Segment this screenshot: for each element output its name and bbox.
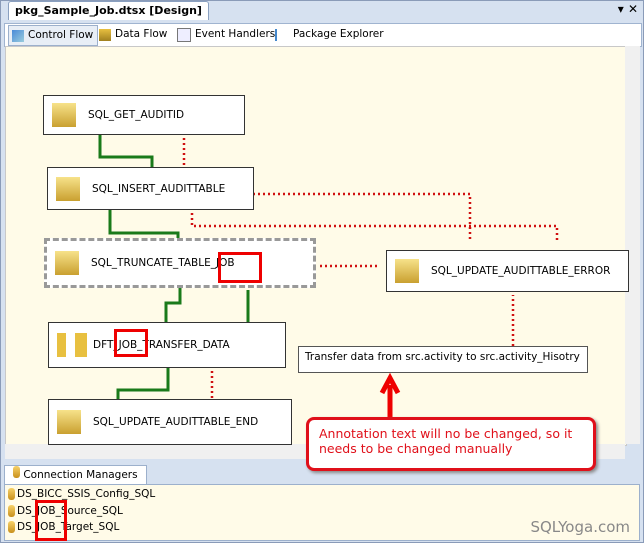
task-sql-update-audittable-end[interactable]: SQL_UPDATE_AUDITTABLE_END bbox=[48, 399, 292, 445]
constraint-success[interactable] bbox=[164, 285, 182, 322]
sql-task-icon bbox=[395, 259, 419, 283]
task-sql-get-auditid[interactable]: SQL_GET_AUDITID bbox=[43, 95, 245, 135]
task-sql-truncate-table[interactable]: SQL_TRUNCATE_TABLE_JOB bbox=[44, 238, 316, 288]
task-sql-insert-audittable[interactable]: SQL_INSERT_AUDITTABLE bbox=[47, 167, 254, 210]
data-flow-task-icon bbox=[57, 333, 87, 357]
callout-arrow bbox=[379, 372, 401, 420]
connection-icon bbox=[8, 488, 15, 500]
connection-icon bbox=[13, 466, 20, 478]
constraint-success[interactable] bbox=[98, 133, 154, 167]
highlight-box bbox=[114, 329, 148, 357]
sql-task-icon bbox=[55, 251, 79, 275]
callout-note: Annotation text will no be changed, so i… bbox=[306, 417, 596, 471]
sql-task-icon bbox=[56, 176, 80, 201]
task-dft-transfer-data[interactable]: DFT_JOB_TRANSFER_DATA bbox=[48, 322, 286, 368]
sql-task-icon bbox=[52, 103, 76, 127]
connection-icon bbox=[8, 521, 15, 533]
sql-task-icon bbox=[57, 410, 81, 434]
connection-icon bbox=[8, 505, 15, 517]
annotation[interactable]: Transfer data from src.activity to src.a… bbox=[298, 346, 588, 373]
constraint-success[interactable] bbox=[108, 208, 180, 241]
task-sql-update-audittable-error[interactable]: SQL_UPDATE_AUDITTABLE_ERROR bbox=[386, 250, 629, 292]
constraint-success[interactable] bbox=[116, 366, 170, 399]
watermark: SQLYoga.com bbox=[530, 518, 630, 536]
connection-item[interactable]: DS_BICC_SSIS_Config_SQL bbox=[8, 488, 155, 500]
highlight-box bbox=[35, 500, 67, 541]
highlight-box bbox=[218, 252, 262, 283]
tab-connection-managers[interactable]: Connection Managers bbox=[4, 465, 147, 485]
constraint-failure[interactable] bbox=[190, 208, 559, 241]
